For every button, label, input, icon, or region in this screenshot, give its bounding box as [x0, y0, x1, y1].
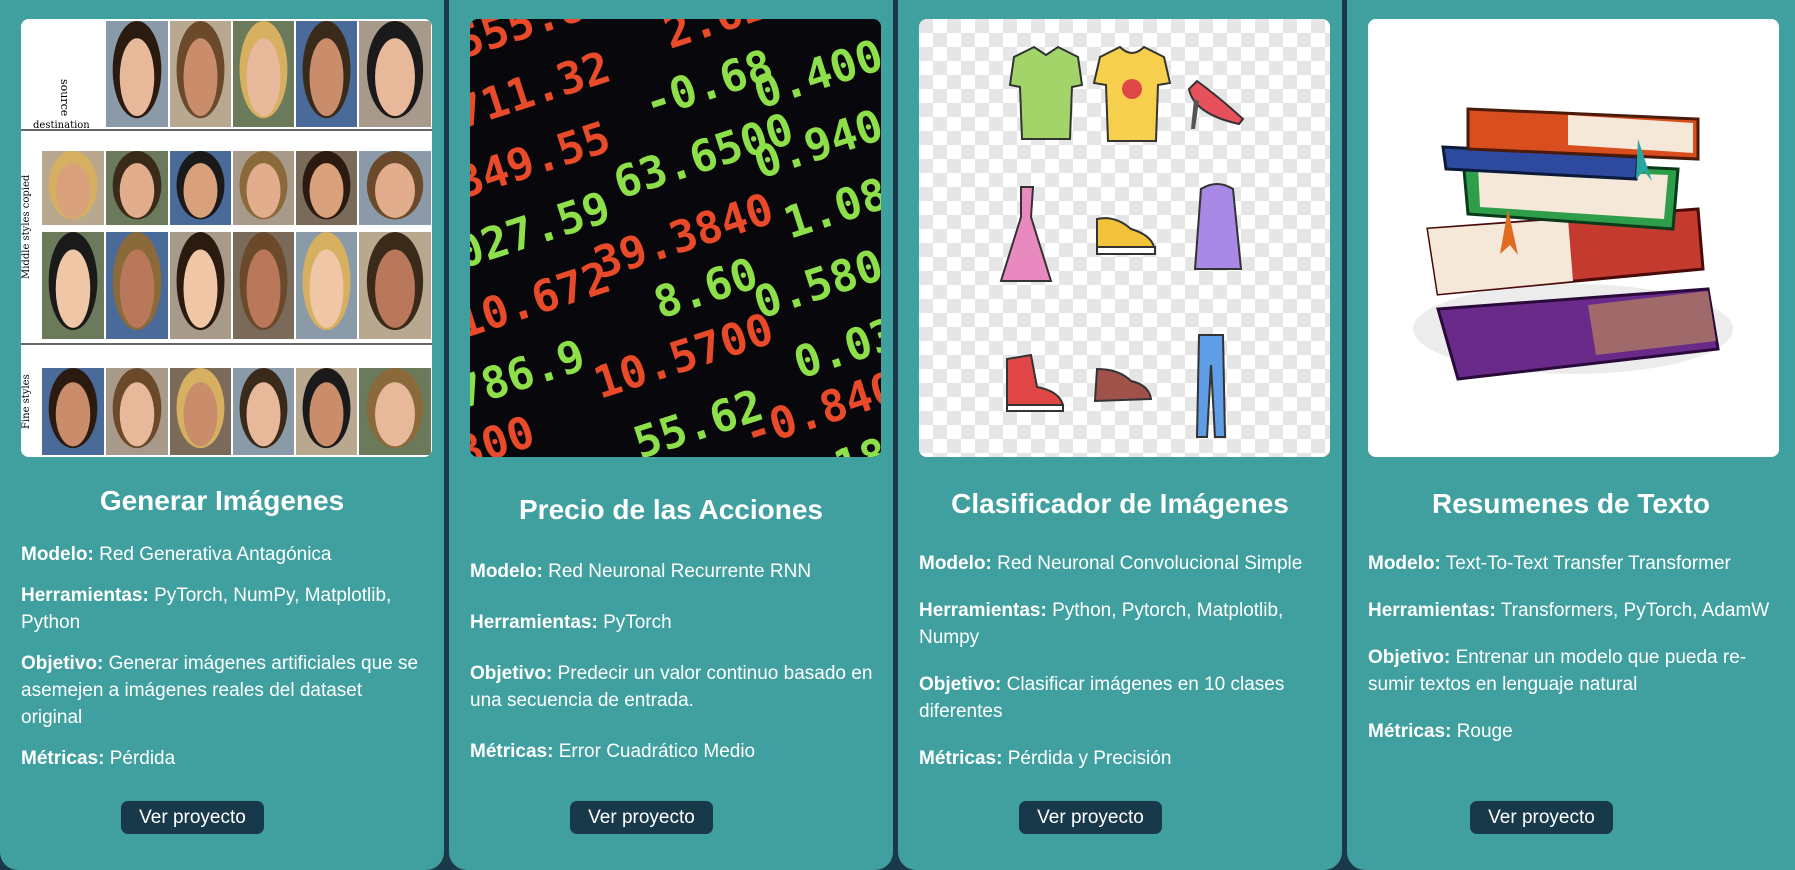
fashion-items-image: [919, 19, 1330, 457]
gan-face-grid-icon: source destination Middle styles copied …: [21, 19, 432, 457]
card-title: Clasificador de Imágenes: [951, 488, 1289, 519]
tools-field: Herramientas: Python, Pytorch, Matplotli…: [919, 600, 1284, 648]
stock-ticker-board-icon: 555.842.62711.32-0.680.4000349.5563.6500…: [470, 19, 881, 457]
goal-field: Objetivo: Predecir un valor continuo bas…: [470, 663, 873, 711]
model-field: Modelo: Red Neuronal Recurrente RNN: [470, 561, 812, 582]
card-details: Modelo: Red Neuronal Recurrente RNN Herr…: [470, 558, 873, 779]
card-title: Generar Imágenes: [99, 485, 345, 516]
card-details: Modelo: Text-To-Text Transfer Transforme…: [1368, 550, 1775, 759]
metrics-field: Métricas: Error Cuadrático Medio: [470, 741, 756, 762]
tools-field: Herramientas: PyTorch: [470, 612, 672, 633]
goal-field: Objetivo: Clasificar imágenes en 10 clas…: [919, 674, 1285, 722]
book-stack-icon: [1368, 19, 1779, 457]
goal-field: Objetivo: Generar imágenes artificiales …: [21, 653, 419, 728]
metrics-field: Métricas: Pérdida y Precisión: [919, 748, 1172, 769]
stock-ticker-image: 555.842.62711.32-0.680.4000349.5563.6500…: [470, 19, 881, 457]
tools-field: Herramientas: PyTorch, NumPy, Matplotlib…: [21, 585, 392, 633]
card-details: Modelo: Red Generativa Antagónica Herram…: [21, 541, 424, 786]
metrics-field: Métricas: Pérdida: [21, 748, 176, 769]
gan-face-grid-image: source destination Middle styles copied …: [21, 19, 432, 457]
card-title: Precio de las Acciones: [519, 494, 823, 525]
fashion-items-grid-icon: [919, 19, 1330, 457]
svg-text:source: source: [58, 79, 71, 116]
project-card-classifier: Clasificador de Imágenes Modelo: Red Neu…: [898, 0, 1342, 870]
project-card-gan: source destination Middle styles copied …: [0, 0, 444, 870]
view-project-button[interactable]: Ver proyecto: [121, 801, 264, 834]
metrics-field: Métricas: Rouge: [1368, 721, 1513, 742]
model-field: Modelo: Red Generativa Antagónica: [21, 544, 332, 565]
view-project-button[interactable]: Ver proyecto: [1470, 801, 1613, 834]
card-title: Resumenes de Texto: [1431, 488, 1711, 519]
project-card-summaries: Resumenes de Texto Modelo: Text-To-Text …: [1347, 0, 1795, 870]
tools-field: Herramientas: Transformers, PyTorch, Ada…: [1368, 600, 1770, 621]
svg-text:Middle styles copied: Middle styles copied: [21, 174, 32, 279]
book-stack-image: [1368, 19, 1779, 457]
goal-field: Objetivo: Entrenar un modelo que pueda r…: [1368, 647, 1747, 695]
model-field: Modelo: Text-To-Text Transfer Transforme…: [1368, 553, 1731, 574]
view-project-button[interactable]: Ver proyecto: [1019, 801, 1162, 834]
project-card-stock: 555.842.62711.32-0.680.4000349.5563.6500…: [449, 0, 893, 870]
model-field: Modelo: Red Neuronal Convolucional Simpl…: [919, 553, 1303, 574]
svg-text:Fine styles: Fine styles: [21, 374, 32, 429]
card-details: Modelo: Red Neuronal Convolucional Simpl…: [919, 550, 1322, 786]
view-project-button[interactable]: Ver proyecto: [570, 801, 713, 834]
